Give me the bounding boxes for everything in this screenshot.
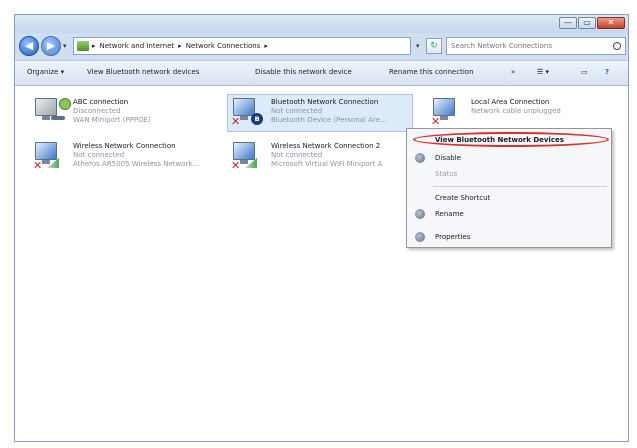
connection-status: Disconnected: [73, 107, 121, 115]
breadcrumb-separator: ▸: [264, 42, 268, 50]
maximize-button[interactable]: ▭: [578, 17, 596, 29]
search-box[interactable]: [446, 37, 626, 55]
menu-item-view-bluetooth-devices[interactable]: View Bluetooth Network Devices: [435, 136, 564, 144]
connection-name: Wireless Network Connection: [73, 142, 176, 150]
connection-status: Network cable unplugged: [471, 107, 561, 115]
ethernet-connection-icon: ✕: [431, 98, 465, 128]
view-bluetooth-devices-button[interactable]: View Bluetooth network devices: [87, 68, 199, 76]
menu-item-disable[interactable]: Disable: [435, 154, 461, 162]
bluetooth-connection-icon: ✕ ʙ: [231, 98, 265, 128]
shield-icon: [415, 232, 425, 242]
connection-status: Not connected: [271, 107, 323, 115]
connection-name: Local Area Connection: [471, 98, 550, 106]
preview-pane-icon[interactable]: ▭: [581, 68, 588, 76]
rename-connection-button[interactable]: Rename this connection: [389, 68, 474, 76]
recent-pages-chevron-down-icon[interactable]: ▾: [63, 42, 67, 50]
network-connection-icon: [33, 98, 71, 128]
breadcrumb-separator: ▸: [178, 42, 182, 50]
menu-item-properties[interactable]: Properties: [435, 233, 470, 241]
wireless-connection-icon: ✕: [33, 142, 67, 172]
back-button[interactable]: ◀: [19, 36, 39, 56]
connection-name: Bluetooth Network Connection: [271, 98, 379, 106]
address-chevron-down-icon[interactable]: ▾: [416, 42, 420, 50]
shield-icon: [415, 209, 425, 219]
window-controls: — ▭ ✕: [558, 17, 625, 30]
search-icon: [613, 42, 621, 50]
search-input[interactable]: [451, 42, 601, 50]
address-bar[interactable]: ▸ Network and Internet ▸ Network Connect…: [73, 37, 411, 55]
breadcrumb-separator: ▸: [92, 42, 96, 50]
help-icon[interactable]: ?: [605, 68, 609, 76]
connection-device: Atheros AR5005 Wireless Network...: [73, 160, 200, 168]
menu-item-create-shortcut[interactable]: Create Shortcut: [435, 194, 490, 202]
wireless-connection-icon: ✕: [231, 142, 265, 172]
close-button[interactable]: ✕: [597, 17, 625, 29]
more-commands-button[interactable]: »: [511, 68, 515, 76]
connection-device: Bluetooth Device (Personal Are...: [271, 116, 387, 124]
minimize-button[interactable]: —: [559, 17, 577, 29]
breadcrumb-network-connections[interactable]: Network Connections: [186, 42, 261, 50]
breadcrumb-network-and-internet[interactable]: Network and Internet: [100, 42, 175, 50]
organize-button[interactable]: Organize ▾: [27, 68, 64, 76]
command-bar: Organize ▾ View Bluetooth network device…: [15, 60, 628, 86]
connection-status: Not connected: [73, 151, 125, 159]
menu-item-rename[interactable]: Rename: [435, 210, 464, 218]
menu-item-status: Status: [435, 170, 458, 178]
forward-button[interactable]: ▶: [41, 36, 61, 56]
connection-status: Not connected: [271, 151, 323, 159]
connection-device: WAN Miniport (PPPOE): [73, 116, 151, 124]
menu-separator: [433, 186, 607, 187]
navigation-bar: ◀ ▶ ▾ ▸ Network and Internet ▸ Network C…: [15, 33, 628, 59]
connection-name: ABC connection: [73, 98, 129, 106]
connection-device: Microsoft Virtual WiFi Miniport A: [271, 160, 383, 168]
disable-device-button[interactable]: Disable this network device: [255, 68, 352, 76]
control-panel-icon: [77, 41, 89, 51]
change-view-icon[interactable]: ☰ ▾: [537, 68, 549, 76]
shield-icon: [415, 153, 425, 163]
connection-name: Wireless Network Connection 2: [271, 142, 381, 150]
context-menu: View Bluetooth Network Devices Disable S…: [406, 128, 612, 248]
title-bar: — ▭ ✕: [15, 15, 628, 33]
refresh-button[interactable]: ↻: [426, 38, 442, 54]
